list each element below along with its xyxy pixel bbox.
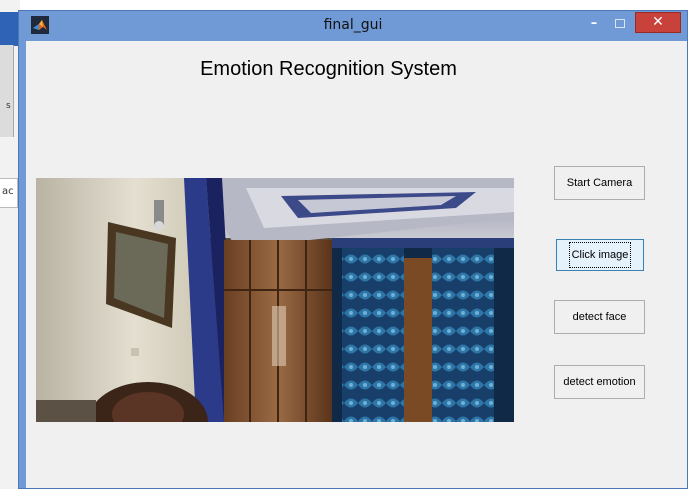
detect-emotion-label: detect emotion — [563, 376, 636, 388]
detect-face-label: detect face — [572, 311, 627, 323]
page-title: Emotion Recognition System — [200, 58, 457, 80]
background-window-panel — [0, 45, 14, 137]
start-camera-label: Start Camera — [566, 177, 633, 189]
click-image-button[interactable]: Click image — [556, 239, 644, 271]
minimize-button[interactable]: – — [581, 15, 607, 35]
detect-emotion-button[interactable]: detect emotion — [554, 365, 645, 399]
start-camera-button[interactable]: Start Camera — [554, 166, 645, 200]
camera-feed-image — [36, 178, 514, 422]
click-image-label: Click image — [568, 242, 632, 268]
detect-face-button[interactable]: detect face — [554, 300, 645, 334]
camera-feed-drawing — [36, 178, 514, 422]
background-window-text: s — [6, 101, 11, 111]
background-window-text-2: ac — [2, 186, 14, 197]
maximize-icon — [615, 19, 625, 28]
figure-client-area: Emotion Recognition System Start Camera … — [26, 41, 687, 488]
background-window-titlebar — [0, 12, 20, 46]
main-window: final_gui – ✕ Emotion Recognition System — [18, 10, 688, 489]
maximize-button[interactable] — [608, 15, 632, 35]
background-window-fragment: s ac — [0, 0, 20, 489]
close-button[interactable]: ✕ — [635, 12, 681, 33]
window-titlebar[interactable]: final_gui – ✕ — [19, 11, 687, 41]
